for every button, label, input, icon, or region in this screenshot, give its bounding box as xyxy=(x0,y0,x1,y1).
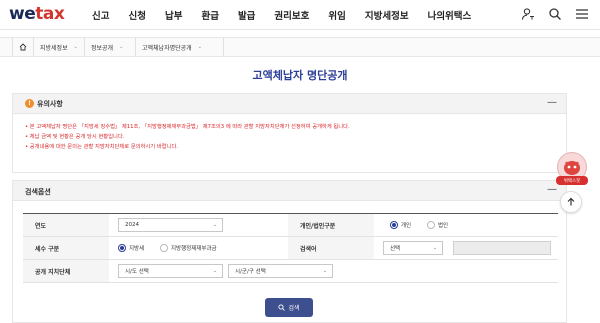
search-icon[interactable] xyxy=(547,6,563,22)
menu-icon[interactable] xyxy=(574,6,590,22)
chevron-down-icon: ⌄ xyxy=(212,222,217,228)
chevron-down-icon: ⌄ xyxy=(73,44,78,50)
collapse-icon[interactable]: — xyxy=(547,185,557,195)
form-row: 연도 2024 ⌄ 개인/법인구분 개인 법인 xyxy=(23,214,558,237)
chevron-down-icon: ⌄ xyxy=(119,44,124,50)
radio-administrative-sanction[interactable]: 지방행정제재부과금 xyxy=(160,244,217,252)
nav-item-apply[interactable]: 신청 xyxy=(128,8,145,22)
notice-line: • 본 고액체납자 명단은 「지방세 징수법」 제11조, 「지방행정제재부과금… xyxy=(25,124,350,130)
radio-individual[interactable]: 개인 xyxy=(390,221,411,229)
chevron-down-icon: ⌄ xyxy=(212,268,217,274)
search-options-header[interactable]: 검색옵션 — xyxy=(13,181,566,201)
notice-line: • 체납 금액 및 현황은 공개 당시 현황입니다. xyxy=(25,134,125,140)
radio-local-tax[interactable]: 지방세 xyxy=(118,244,144,252)
search-options-panel: 검색옵션 — 연도 2024 ⌄ 개인/법인구분 개인 법인 세수 구분 지방세 … xyxy=(12,180,567,323)
form-row: 공개 지치단체 시/도 선택 ⌄ 시/군/구 선택 ⌄ xyxy=(23,260,558,283)
sido-select[interactable]: 시/도 선택 ⌄ xyxy=(118,264,223,278)
info-icon: ! xyxy=(25,99,34,108)
wetax-logo[interactable]: wetax xyxy=(9,4,65,24)
nav-item-report[interactable]: 신고 xyxy=(92,8,109,22)
user-icon[interactable] xyxy=(520,6,536,22)
home-icon[interactable] xyxy=(12,38,34,56)
nav-item-delegate[interactable]: 위임 xyxy=(328,8,345,22)
notice-header[interactable]: ! 유의사항 — xyxy=(13,94,566,114)
tax-type-label: 세수 구분 xyxy=(23,237,109,259)
keyword-type-select[interactable]: 선택 ⌄ xyxy=(383,241,443,255)
region-label: 공개 지치단체 xyxy=(23,260,109,282)
form-row: 세수 구분 지방세 지방행정제재부과금 검색어 선택 ⌄ xyxy=(23,237,558,260)
breadcrumb-item-info-disclosure[interactable]: 정보공개 ⌄ xyxy=(85,38,136,56)
wetax-bot-button[interactable]: 위택스봇 xyxy=(556,152,588,186)
wetax-bot-label: 위택스봇 xyxy=(556,176,588,185)
keyword-input[interactable] xyxy=(453,241,551,255)
notice-line: • 공개내용에 대한 문의는 관할 지방자치단체로 문의하시기 바랍니다. xyxy=(25,144,179,150)
nav-item-issue[interactable]: 발급 xyxy=(238,8,255,22)
person-type-label: 개인/법인구분 xyxy=(288,214,374,236)
arrow-up-icon[interactable] xyxy=(560,191,582,213)
sigungu-select[interactable]: 시/군/구 선택 ⌄ xyxy=(228,264,333,278)
year-label: 연도 xyxy=(23,214,109,236)
breadcrumb-item-local-tax-info[interactable]: 지방세정보 ⌄ xyxy=(34,38,85,56)
search-form: 연도 2024 ⌄ 개인/법인구분 개인 법인 세수 구분 지방세 지방행정제재부… xyxy=(23,213,558,283)
nav-item-pay[interactable]: 납부 xyxy=(165,8,182,22)
chevron-down-icon: ⌄ xyxy=(432,245,437,251)
nav-item-rights[interactable]: 권리보호 xyxy=(274,8,309,22)
year-select[interactable]: 2024 ⌄ xyxy=(118,218,223,232)
main-nav: 신고 신청 납부 환급 발급 권리보호 위임 지방세정보 나의위택스 xyxy=(92,8,490,22)
collapse-icon[interactable]: — xyxy=(547,98,557,108)
breadcrumb-item-delinquent-list[interactable]: 고액체납자명단공개 ⌄ xyxy=(136,38,224,56)
nav-item-local-tax-info[interactable]: 지방세정보 xyxy=(365,8,409,22)
chevron-down-icon: ⌄ xyxy=(322,268,327,274)
radio-corporation[interactable]: 법인 xyxy=(427,221,448,229)
page-title: 고액체납자 명단공개 xyxy=(252,69,348,82)
chevron-down-icon: ⌄ xyxy=(197,44,202,50)
notice-panel: ! 유의사항 — • 본 고액체납자 명단은 「지방세 징수법」 제11조, 「… xyxy=(12,93,567,173)
nav-item-refund[interactable]: 환급 xyxy=(201,8,218,22)
keyword-label: 검색어 xyxy=(288,237,374,259)
breadcrumb: 지방세정보 ⌄ 정보공개 ⌄ 고액체납자명단공개 ⌄ xyxy=(0,37,600,57)
top-header: wetax 신고 신청 납부 환급 발급 권리보호 위임 지방세정보 나의위택스 xyxy=(0,0,600,30)
search-button[interactable]: 검색 xyxy=(265,298,313,317)
search-options-title: 검색옵션 xyxy=(25,188,51,196)
search-icon xyxy=(278,304,286,311)
nav-item-my-wetax[interactable]: 나의위택스 xyxy=(428,8,472,22)
notice-title: 유의사항 xyxy=(37,100,63,108)
